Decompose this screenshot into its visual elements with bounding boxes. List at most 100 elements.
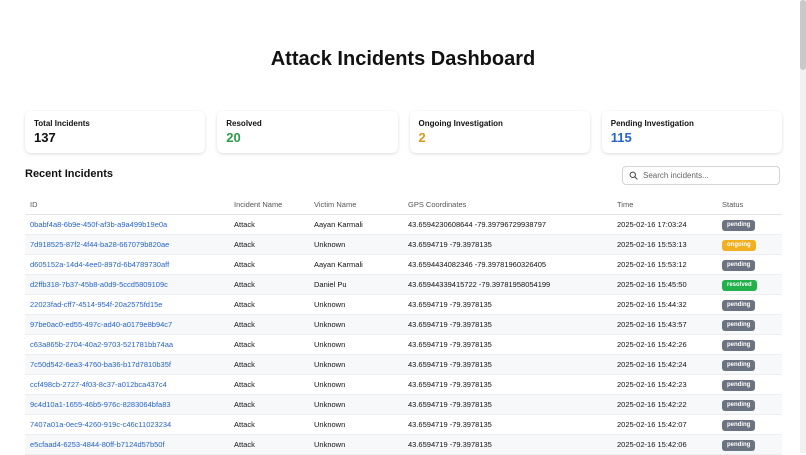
- gps-cell: 43.6594719 -79.3978135: [403, 414, 612, 435]
- status-cell: pending: [717, 434, 782, 455]
- time-cell: 2025-02-16 15:53:13: [612, 234, 717, 255]
- table-row[interactable]: 7407a01a-0ec9-4260-919c-c46c11023234 Atta…: [25, 414, 782, 435]
- stat-value: 20: [226, 130, 241, 145]
- column-header-victim-name[interactable]: Victim Name: [309, 194, 403, 215]
- victim-name-cell: Unknown: [309, 354, 403, 375]
- incident-id-link[interactable]: 0babf4a8-6b9e-450f-af3b-a9a499b19e0a: [25, 214, 229, 235]
- status-badge: pending: [722, 339, 756, 351]
- status-badge: pending: [722, 259, 756, 271]
- table-row[interactable]: 22023fad-cff7-4514-954f-20a2575fd15e Atta…: [25, 294, 782, 315]
- table-row[interactable]: 7d918525-87f2-4f44-ba28-667079b820ae Atta…: [25, 234, 782, 255]
- status-badge: ongoing: [722, 239, 756, 251]
- incident-name-cell: Attack: [229, 434, 309, 455]
- column-header-incident-name[interactable]: Incident Name: [229, 194, 309, 215]
- table-row[interactable]: 97be0ac0-ed55-497c-ad40-a0179e8b94c7 Atta…: [25, 314, 782, 335]
- stat-value: 115: [610, 130, 632, 145]
- gps-cell: 43.6594230608644 -79.39796729938797: [403, 214, 612, 235]
- victim-name-cell: Aayan Karmali: [309, 214, 403, 235]
- incident-name-cell: Attack: [229, 374, 309, 395]
- table-row[interactable]: 0babf4a8-6b9e-450f-af3b-a9a499b19e0a Atta…: [25, 214, 782, 235]
- time-cell: 2025-02-16 15:43:57: [612, 314, 717, 335]
- incident-id-link[interactable]: 7c50d542-6ea3-4760-ba36-b17d7810b35f: [25, 354, 229, 375]
- gps-cell: 43.6594719 -79.3978135: [403, 394, 612, 415]
- status-cell: pending: [717, 254, 782, 275]
- incident-id-link[interactable]: 7d918525-87f2-4f44-ba28-667079b820ae: [25, 234, 229, 255]
- gps-cell: 43.6594719 -79.3978135: [403, 234, 612, 255]
- victim-name-cell: Aayan Karmali: [309, 254, 403, 275]
- column-header-status[interactable]: Status: [717, 194, 782, 215]
- stat-value: 137: [34, 130, 56, 145]
- status-badge: pending: [722, 399, 756, 411]
- incident-name-cell: Attack: [229, 254, 309, 275]
- incident-id-link[interactable]: ccf498cb-2727-4f03-8c37-a012bca437c4: [25, 374, 229, 395]
- stat-card-total: Total Incidents 137: [25, 111, 206, 153]
- gps-cell: 43.65944339415722 -79.39781958054199: [403, 274, 612, 295]
- victim-name-cell: Unknown: [309, 374, 403, 395]
- column-header-gps[interactable]: GPS Coordinates: [403, 194, 612, 215]
- victim-name-cell: Unknown: [309, 334, 403, 355]
- time-cell: 2025-02-16 15:42:24: [612, 354, 717, 375]
- gps-cell: 43.6594719 -79.3978135: [403, 294, 612, 315]
- incident-id-link[interactable]: 7407a01a-0ec9-4260-919c-c46c11023234: [25, 414, 229, 435]
- incident-id-link[interactable]: d605152a-14d4-4ee0-897d-6b4789730aff: [25, 254, 229, 275]
- search-input[interactable]: [643, 171, 773, 180]
- stat-card-ongoing: Ongoing Investigation 2: [409, 111, 590, 153]
- time-cell: 2025-02-16 15:44:32: [612, 294, 717, 315]
- stat-label: Total Incidents: [34, 119, 90, 128]
- incident-id-link[interactable]: 22023fad-cff7-4514-954f-20a2575fd15e: [25, 294, 229, 315]
- incident-name-cell: Attack: [229, 314, 309, 335]
- status-cell: pending: [717, 354, 782, 375]
- table-row[interactable]: d2ffb318-7b37-45b8-a0d9-5ccd5809109c Atta…: [25, 274, 782, 295]
- incident-name-cell: Attack: [229, 414, 309, 435]
- time-cell: 2025-02-16 15:42:23: [612, 374, 717, 395]
- victim-name-cell: Unknown: [309, 414, 403, 435]
- stat-value: 2: [418, 130, 426, 145]
- stat-label: Pending Investigation: [610, 119, 694, 128]
- stat-label: Ongoing Investigation: [418, 119, 503, 128]
- time-cell: 2025-02-16 15:53:12: [612, 254, 717, 275]
- table-row[interactable]: ccf498cb-2727-4f03-8c37-a012bca437c4 Atta…: [25, 374, 782, 395]
- gps-cell: 43.6594719 -79.3978135: [403, 334, 612, 355]
- incident-id-link[interactable]: d2ffb318-7b37-45b8-a0d9-5ccd5809109c: [25, 274, 229, 295]
- incident-id-link[interactable]: 9c4d10a1-1655-46b5-976c-8283064bfa83: [25, 394, 229, 415]
- time-cell: 2025-02-16 15:45:50: [612, 274, 717, 295]
- status-cell: pending: [717, 394, 782, 415]
- table-header-row: ID Incident Name Victim Name GPS Coordin…: [25, 194, 782, 215]
- incident-id-link[interactable]: 97be0ac0-ed55-497c-ad40-a0179e8b94c7: [25, 314, 229, 335]
- status-cell: pending: [717, 374, 782, 395]
- table-row[interactable]: d605152a-14d4-4ee0-897d-6b4789730aff Atta…: [25, 254, 782, 275]
- victim-name-cell: Unknown: [309, 294, 403, 315]
- incident-name-cell: Attack: [229, 274, 309, 295]
- status-cell: pending: [717, 334, 782, 355]
- status-badge: pending: [722, 359, 756, 371]
- incident-name-cell: Attack: [229, 394, 309, 415]
- table-row[interactable]: e5cfaad4-6253-4844-80ff-b7124d57b50f Atta…: [25, 434, 782, 455]
- time-cell: 2025-02-16 17:03:24: [612, 214, 717, 235]
- victim-name-cell: Unknown: [309, 394, 403, 415]
- incident-id-link[interactable]: c63a865b-2704-40a2-9703-521781bb74aa: [25, 334, 229, 355]
- incident-name-cell: Attack: [229, 334, 309, 355]
- section-title: Recent Incidents: [25, 168, 114, 180]
- page-title: Attack Incidents Dashboard: [270, 48, 536, 70]
- incident-id-link[interactable]: e5cfaad4-6253-4844-80ff-b7124d57b50f: [25, 434, 229, 455]
- search-box[interactable]: [622, 166, 780, 185]
- gps-cell: 43.6594719 -79.3978135: [403, 374, 612, 395]
- gps-cell: 43.6594719 -79.3978135: [403, 314, 612, 335]
- incident-name-cell: Attack: [229, 354, 309, 375]
- table-row[interactable]: c63a865b-2704-40a2-9703-521781bb74aa Atta…: [25, 334, 782, 355]
- incident-name-cell: Attack: [229, 234, 309, 255]
- status-cell: ongoing: [717, 234, 782, 255]
- incident-name-cell: Attack: [229, 214, 309, 235]
- stat-card-resolved: Resolved 20: [217, 111, 398, 153]
- column-header-id[interactable]: ID: [25, 194, 229, 215]
- time-cell: 2025-02-16 15:42:26: [612, 334, 717, 355]
- status-badge: pending: [722, 299, 756, 311]
- victim-name-cell: Unknown: [309, 314, 403, 335]
- status-badge: pending: [722, 319, 756, 331]
- victim-name-cell: Unknown: [309, 434, 403, 455]
- column-header-time[interactable]: Time: [612, 194, 717, 215]
- table-row[interactable]: 9c4d10a1-1655-46b5-976c-8283064bfa83 Atta…: [25, 394, 782, 415]
- table-row[interactable]: 7c50d542-6ea3-4760-ba36-b17d7810b35f Atta…: [25, 354, 782, 375]
- victim-name-cell: Daniel Pu: [309, 274, 403, 295]
- status-cell: resolved: [717, 274, 782, 295]
